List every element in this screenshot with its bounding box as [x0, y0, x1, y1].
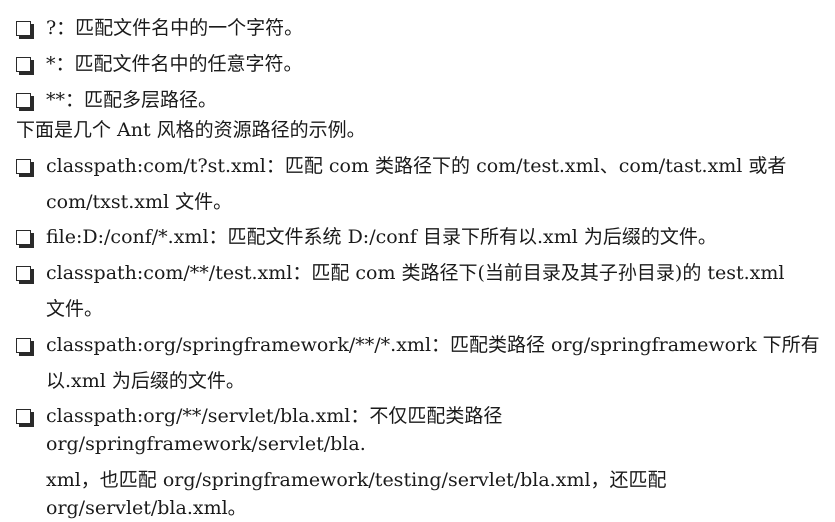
checkbox-bullet-icon — [16, 159, 34, 177]
list-item-line: 文件。 — [46, 298, 104, 320]
list-item-text: **：匹配多层路径。 — [46, 89, 218, 111]
list-item: classpath:com/**/test.xml：匹配 com 类路径下(当前… — [16, 259, 824, 323]
list-item: file:D:/conf/*.xml：匹配文件系统 D:/conf 目录下所有以… — [16, 223, 824, 251]
list-item-line: classpath:com/**/test.xml：匹配 com 类路径下(当前… — [46, 262, 785, 284]
list-item-text: ?：匹配文件名中的一个字符。 — [46, 17, 304, 39]
checkbox-bullet-icon — [16, 266, 34, 284]
list-item: classpath:org/**/servlet/bla.xml：不仅匹配类路径… — [16, 402, 824, 522]
list-item: classpath:org/springframework/**/*.xml：匹… — [16, 331, 824, 395]
checkbox-bullet-icon — [16, 57, 34, 75]
intro-paragraph: 下面是几个 Ant 风格的资源路径的示例。 — [16, 119, 366, 141]
list-item-text: *：匹配文件名中的任意字符。 — [46, 53, 303, 75]
checkbox-bullet-icon — [16, 230, 34, 248]
list-item: *：匹配文件名中的任意字符。 — [16, 50, 824, 78]
list-item-line: xml，也匹配 org/springframework/testing/serv… — [46, 469, 667, 519]
checkbox-bullet-icon — [16, 409, 34, 427]
list-item-line: com/txst.xml 文件。 — [46, 191, 233, 213]
list-item-line: 以.xml 为后缀的文件。 — [46, 370, 245, 392]
checkbox-bullet-icon — [16, 21, 34, 39]
list-item: ?：匹配文件名中的一个字符。 — [16, 14, 824, 42]
list-item: **：匹配多层路径。 — [16, 86, 824, 114]
checkbox-bullet-icon — [16, 93, 34, 111]
checkbox-bullet-icon — [16, 338, 34, 356]
list-item-line: classpath:com/t?st.xml：匹配 com 类路径下的 com/… — [46, 155, 787, 177]
list-item: classpath:com/t?st.xml：匹配 com 类路径下的 com/… — [16, 152, 824, 216]
document-page: ?：匹配文件名中的一个字符。 *：匹配文件名中的任意字符。 **：匹配多层路径。… — [0, 0, 835, 519]
list-item-line: classpath:org/**/servlet/bla.xml：不仅匹配类路径… — [46, 405, 503, 455]
list-item-line: classpath:org/springframework/**/*.xml：匹… — [46, 334, 820, 356]
list-item-line: file:D:/conf/*.xml：匹配文件系统 D:/conf 目录下所有以… — [46, 226, 717, 248]
